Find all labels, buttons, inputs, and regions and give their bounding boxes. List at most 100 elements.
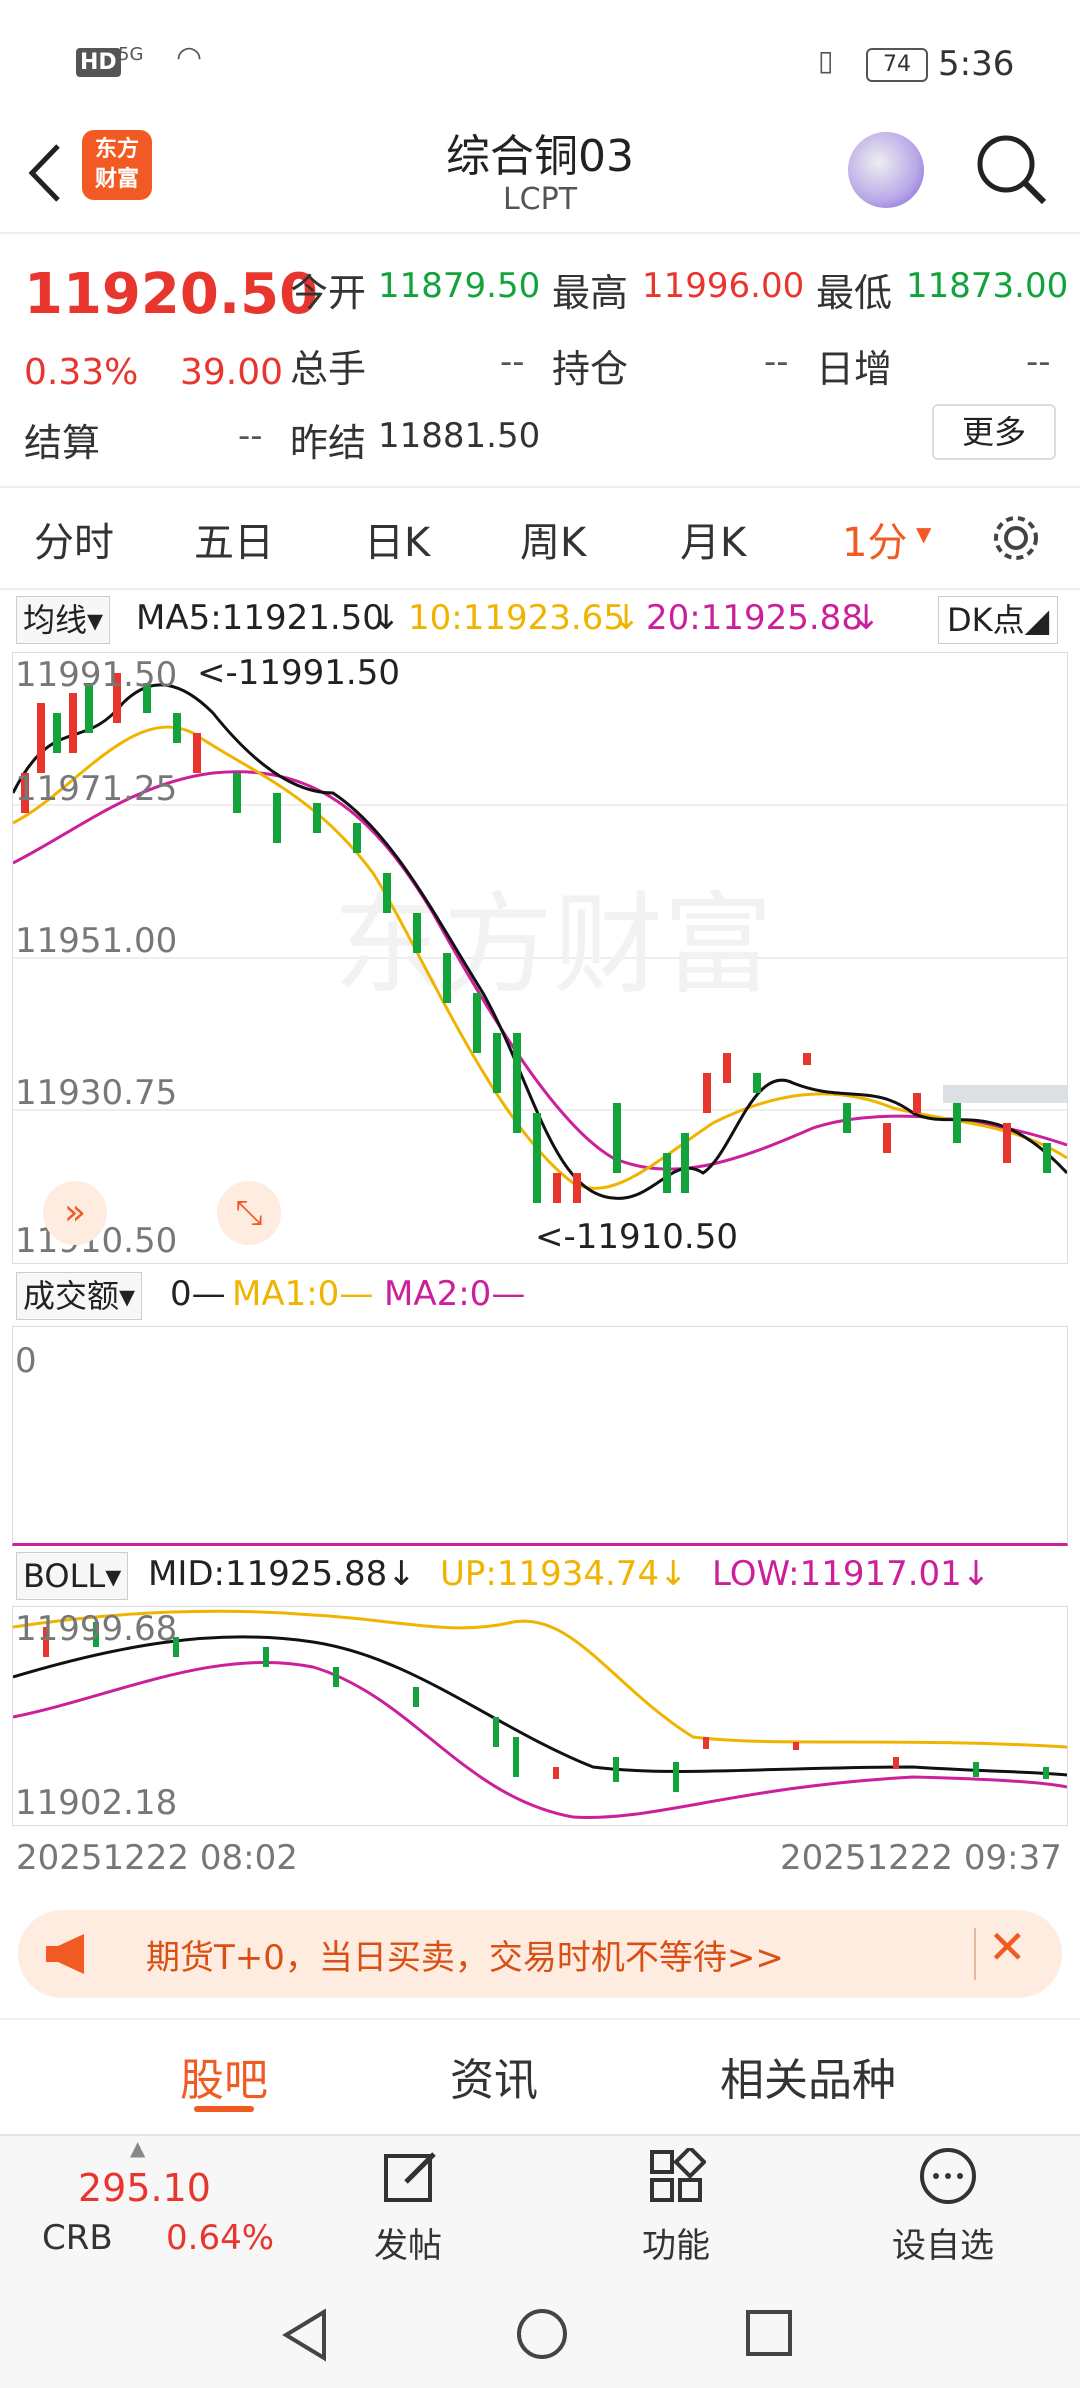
up-caret-icon: ▲ [130,2136,146,2160]
nav-home-icon[interactable] [514,2306,570,2362]
add-watchlist-icon[interactable] [918,2146,978,2206]
tab-news[interactable]: 资讯 [450,2044,538,2108]
post-button[interactable]: 发帖 [374,2218,442,2267]
vibrate-icon: ▯ [818,44,834,77]
fullscreen-icon[interactable]: ⤡ [217,1181,281,1245]
status-bar: HD 5G ◠ ▯ 74 5:36 [0,0,1080,120]
ma20-legend: 20:11925.88 [646,598,863,638]
boll-chart[interactable]: 11999.68 11902.18 [12,1606,1068,1826]
signal-icon: 5G [118,44,144,65]
wifi-icon: ◠ [176,40,203,75]
arrow-down-icon: ↓ [612,598,641,638]
boll-up: UP:11934.74↓ [440,1554,688,1594]
clock: 5:36 [938,44,1015,84]
functions-button[interactable]: 功能 [642,2218,710,2267]
divider [974,1928,976,1980]
daily-increase-value: -- [1026,342,1051,382]
volume-axis-label: 0 [15,1341,37,1381]
hd-icon: HD [76,48,121,77]
crb-value[interactable]: 295.10 [78,2166,211,2210]
daily-increase-label: 日增 [816,347,893,391]
position-label: 持仓 [552,347,629,391]
low-value: 11873.00 [906,266,1069,306]
time-axis-end: 20251222 09:37 [780,1838,1062,1878]
boll-low: LOW:11917.01↓ [712,1554,991,1594]
volume-indicator-selector[interactable]: 成交额▾ [16,1272,143,1320]
tab-daily-k[interactable]: 日K [364,510,430,568]
max-price-marker: <-11991.50 [197,653,400,693]
nav-recents-icon[interactable] [744,2308,796,2360]
open-value: 11879.50 [378,266,541,306]
settle-label: 结算 [24,421,101,465]
tab-guba[interactable]: 股吧 [180,2044,268,2108]
indicator-selector[interactable]: 均线▾ [16,596,111,644]
y-axis-label: 11930.75 [15,1073,178,1113]
tab-one-minute[interactable]: 1分 [842,510,907,568]
min-price-marker: <-11910.50 [535,1217,738,1257]
megaphone-icon [46,1934,84,1974]
change-percent: 0.33% [24,352,139,393]
nav-back-icon[interactable] [280,2308,330,2362]
volume-ma1: MA1:0— [232,1274,374,1314]
arrow-down-icon: ↓ [852,598,881,638]
boll-indicator-selector[interactable]: BOLL▾ [16,1552,129,1600]
low-label: 最低 [816,271,893,315]
high-value: 11996.00 [642,266,805,306]
prev-settle-label: 昨结 [290,421,367,465]
arrow-down-icon: ↓ [372,598,401,638]
edit-post-icon[interactable] [382,2148,440,2206]
crb-percent[interactable]: 0.64% [166,2218,274,2258]
boll-candles [43,1622,1049,1792]
search-icon[interactable] [972,130,1052,210]
tab-weekly-k[interactable]: 周K [520,510,586,568]
settings-gear-icon[interactable] [990,512,1042,564]
more-button[interactable]: 更多 [932,404,1056,460]
time-axis-start: 20251222 08:02 [16,1838,298,1878]
y-axis-label: 11971.25 [15,769,178,809]
boll-axis-bottom: 11902.18 [15,1783,178,1823]
active-tab-indicator [194,2106,254,2112]
volume-value: -- [500,342,525,382]
y-axis-label: 11951.00 [15,921,178,961]
volume-label: 总手 [290,347,367,391]
volume-chart[interactable]: 0 [12,1326,1068,1546]
kline-chart[interactable]: 东方财富 11991.50 11971.25 11951.00 11930.75… [12,652,1068,1264]
functions-grid-icon[interactable] [648,2148,706,2206]
period-tabs: 分时 五日 日K 周K 月K 1分 ▼ [0,486,1080,590]
change-amount: 39.00 [180,352,284,393]
tab-intraday[interactable]: 分时 [34,510,114,568]
expand-right-icon[interactable]: » [43,1181,107,1245]
add-watchlist-button[interactable]: 设自选 [892,2218,994,2267]
boll-axis-top: 11999.68 [15,1609,178,1649]
boll-mid: MID:11925.88↓ [148,1554,416,1594]
robot-assistant-icon[interactable] [848,132,924,208]
tab-monthly-k[interactable]: 月K [680,510,746,568]
y-axis-label: 11991.50 [15,655,178,695]
tab-related[interactable]: 相关品种 [720,2044,896,2108]
close-icon[interactable]: ✕ [988,1920,1027,1974]
ma5-legend: MA5:11921.50 [136,598,384,638]
volume-value: 0— [170,1274,226,1314]
watermark: 东方财富 [333,884,773,1007]
prev-settle-value: 11881.50 [378,416,541,456]
high-label: 最高 [552,271,629,315]
content-tabs: 股吧 资讯 相关品种 [0,2018,1080,2120]
crb-label[interactable]: CRB [42,2218,113,2258]
top-header: 东方 财富 综合铜03 LCPT [0,120,1080,234]
price-band [943,1085,1067,1103]
promo-banner[interactable]: 期货T+0，当日买卖，交易时机不等待>> ✕ [18,1910,1062,1998]
volume-ma2: MA2:0— [384,1274,526,1314]
open-label: 今开 [290,271,367,315]
system-nav-bar [0,2274,1080,2388]
boll-mid-line [13,1635,1067,1777]
ma10-legend: 10:11923.65 [408,598,625,638]
dk-point-button[interactable]: DK点◢ [938,596,1059,644]
last-price: 11920.50 [24,262,319,327]
promo-text[interactable]: 期货T+0，当日买卖，交易时机不等待>> [146,1930,784,1979]
battery-icon: 74 [866,48,928,82]
dropdown-arrow-icon[interactable]: ▼ [916,522,931,546]
position-value: -- [764,342,789,382]
settle-value: -- [238,416,263,456]
bottom-toolbar: ▲ 295.10 CRB 0.64% 发帖 功能 设自选 [0,2134,1080,2276]
tab-five-day[interactable]: 五日 [194,510,274,568]
